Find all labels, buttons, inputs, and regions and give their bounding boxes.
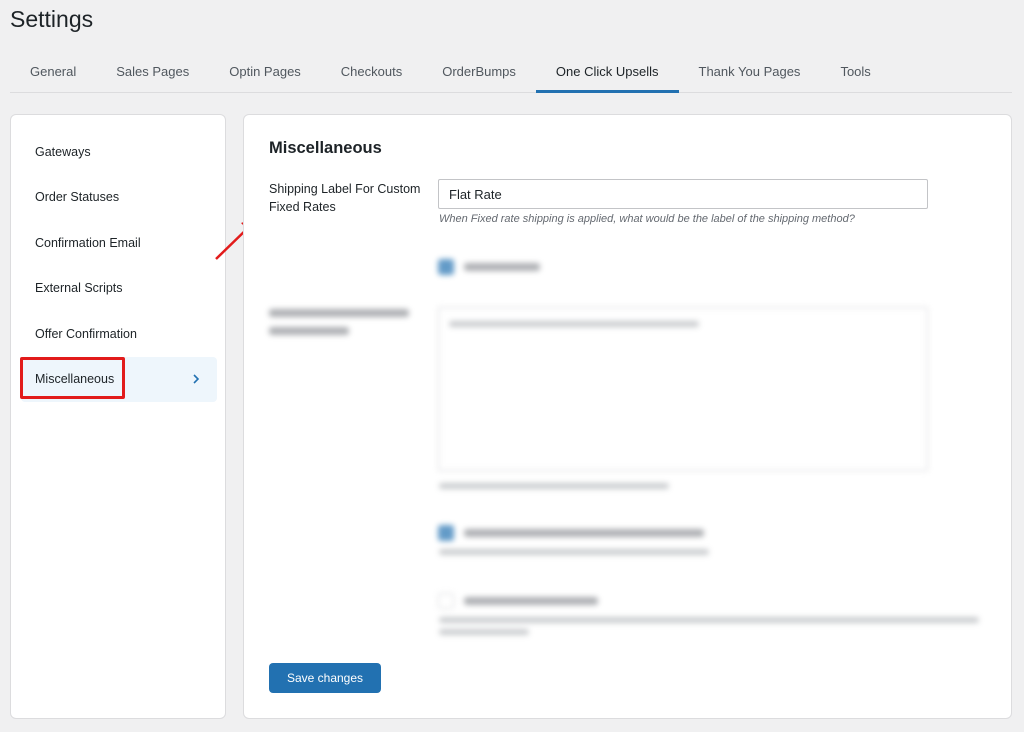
blurred-label bbox=[269, 309, 409, 335]
blurred-setting bbox=[438, 525, 704, 541]
blurred-description bbox=[439, 617, 979, 635]
sidebar-item-label: External Scripts bbox=[35, 281, 123, 296]
shipping-label-input[interactable] bbox=[438, 179, 928, 209]
blurred-description bbox=[439, 549, 709, 555]
tab-thank-you-pages[interactable]: Thank You Pages bbox=[679, 50, 821, 92]
page-title: Settings bbox=[10, 6, 94, 32]
sidebar-list: Gateways Order Statuses Confirmation Ema… bbox=[21, 129, 217, 402]
sidebar-item-label: Confirmation Email bbox=[35, 235, 141, 250]
checkbox bbox=[438, 593, 454, 609]
sidebar-item-gateways[interactable]: Gateways bbox=[21, 129, 217, 175]
checkbox bbox=[438, 525, 454, 541]
shipping-label-field-label: Shipping Label For Custom Fixed Rates bbox=[269, 182, 421, 214]
sidebar-item-order-statuses[interactable]: Order Statuses bbox=[21, 175, 217, 221]
blurred-setting bbox=[438, 259, 540, 275]
sidebar-item-label: Order Statuses bbox=[35, 190, 120, 205]
tab-sales-pages[interactable]: Sales Pages bbox=[96, 50, 209, 92]
chevron-right-icon bbox=[189, 372, 203, 386]
tab-optin-pages[interactable]: Optin Pages bbox=[209, 50, 321, 92]
settings-tabs: General Sales Pages Optin Pages Checkout… bbox=[10, 50, 1012, 93]
tab-one-click-upsells[interactable]: One Click Upsells bbox=[535, 50, 679, 93]
blurred-textarea bbox=[438, 307, 928, 471]
settings-sidebar: Gateways Order Statuses Confirmation Ema… bbox=[10, 114, 226, 719]
sidebar-item-miscellaneous[interactable]: Miscellaneous bbox=[21, 356, 217, 402]
sidebar-item-external-scripts[interactable]: External Scripts bbox=[21, 266, 217, 312]
section-title: Miscellaneous bbox=[269, 139, 382, 157]
checkbox bbox=[438, 259, 454, 275]
blurred-setting bbox=[438, 593, 598, 609]
sidebar-item-label: Miscellaneous bbox=[35, 372, 115, 387]
tab-orderbumps[interactable]: OrderBumps bbox=[422, 50, 536, 92]
tab-checkouts[interactable]: Checkouts bbox=[321, 50, 422, 92]
sidebar-item-confirmation-email[interactable]: Confirmation Email bbox=[21, 220, 217, 266]
blurred-description bbox=[439, 483, 669, 489]
settings-panel: Miscellaneous Shipping Label For Custom … bbox=[243, 114, 1012, 719]
save-changes-button[interactable]: Save changes bbox=[269, 663, 381, 693]
tab-general[interactable]: General bbox=[10, 50, 96, 92]
tab-tools[interactable]: Tools bbox=[820, 50, 890, 92]
sidebar-item-offer-confirmation[interactable]: Offer Confirmation bbox=[21, 311, 217, 357]
sidebar-item-label: Gateways bbox=[35, 144, 91, 159]
shipping-label-description: When Fixed rate shipping is applied, wha… bbox=[439, 213, 855, 225]
sidebar-item-label: Offer Confirmation bbox=[35, 326, 137, 341]
